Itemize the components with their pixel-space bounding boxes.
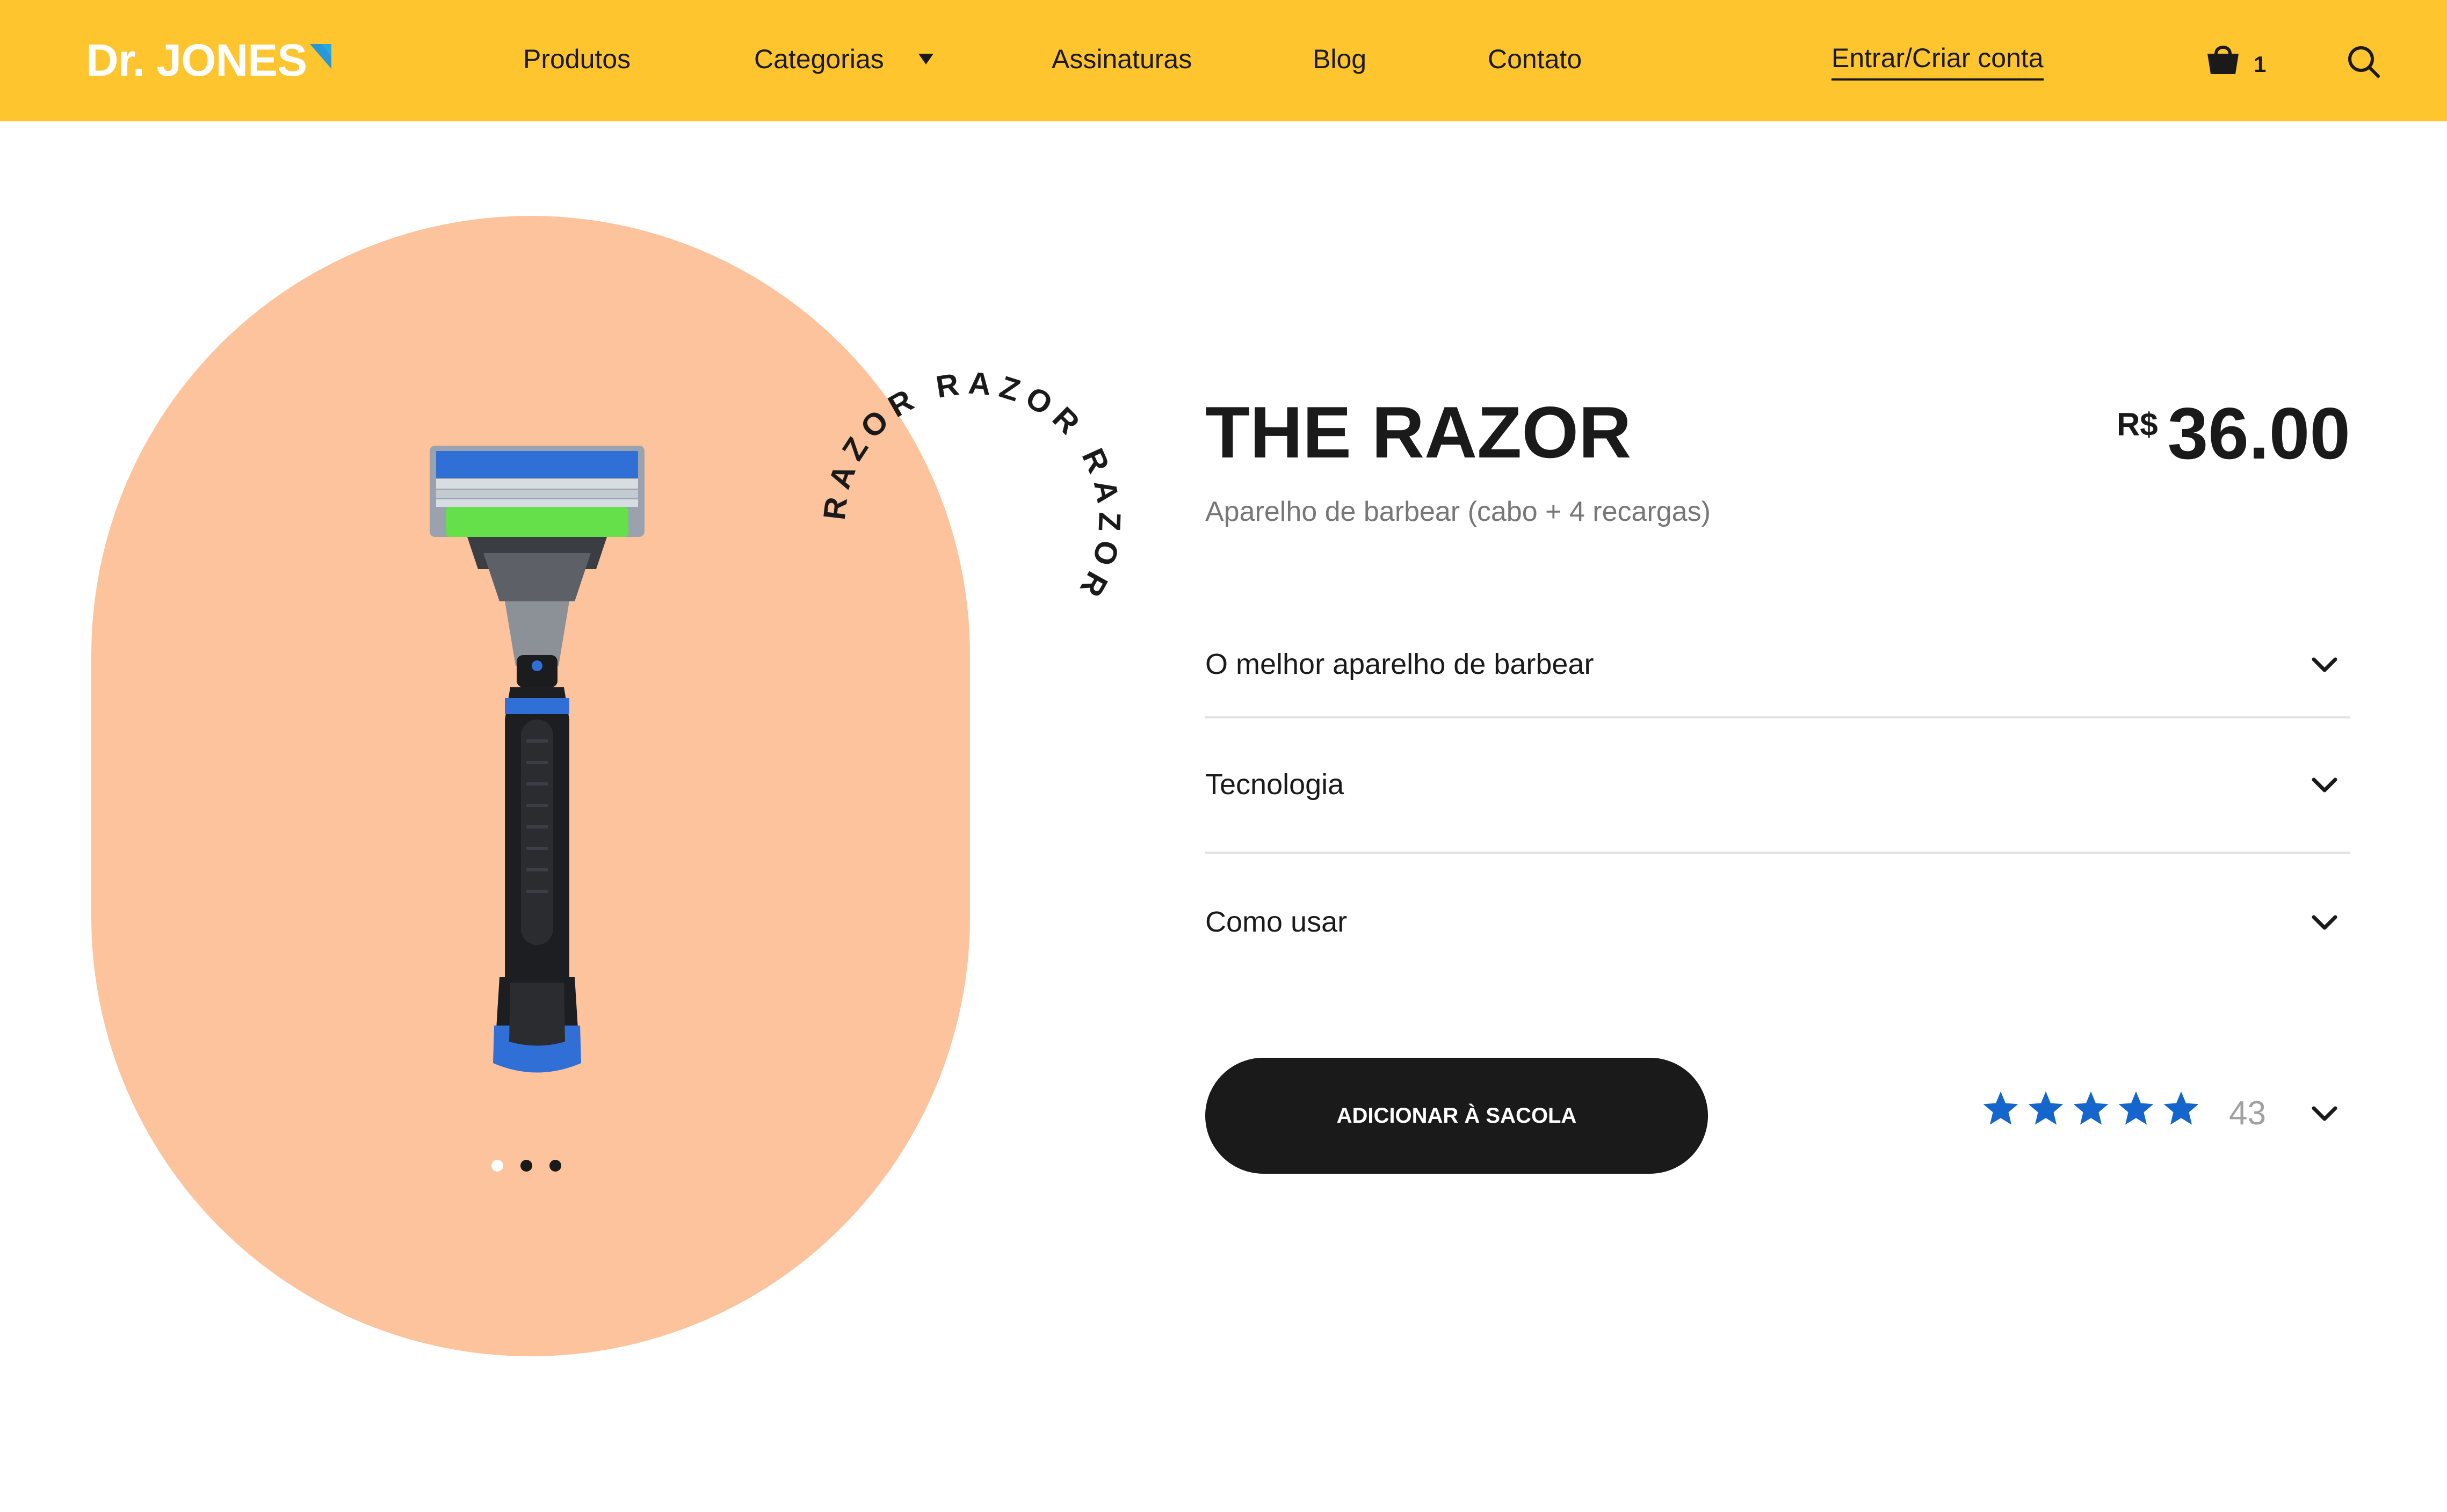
- star-icon: [2028, 1091, 2064, 1125]
- login-signup-link[interactable]: Entrar/Criar conta: [1831, 41, 2044, 81]
- star-icon: [2118, 1091, 2154, 1125]
- review-count: 43: [2229, 1095, 2266, 1132]
- accordion-como-usar[interactable]: Como usar: [1205, 854, 2350, 988]
- nav-categorias[interactable]: Categorias: [754, 42, 884, 76]
- image-carousel-pagination: [491, 1160, 561, 1172]
- categorias-dropdown-caret-icon[interactable]: [917, 52, 935, 67]
- star-icon: [2163, 1091, 2199, 1125]
- razor-circular-text-badge: RAZOR RAZOR RAZOR: [817, 366, 1127, 609]
- nav-assinaturas[interactable]: Assinaturas: [1052, 42, 1192, 76]
- star-icon: [2073, 1091, 2109, 1125]
- nav-produtos[interactable]: Produtos: [523, 42, 631, 76]
- accordion-label: Tecnologia: [1205, 768, 1344, 801]
- product-subtitle: Aparelho de barbear (cabo + 4 recargas): [1205, 496, 1711, 527]
- price-currency: R$: [2116, 406, 2158, 442]
- nav-blog[interactable]: Blog: [1313, 42, 1366, 76]
- product-image-razor: [430, 446, 645, 1073]
- accordion-melhor-aparelho[interactable]: O melhor aparelho de barbear: [1205, 623, 2350, 718]
- search-icon[interactable]: [2346, 44, 2381, 79]
- carousel-dot-3[interactable]: [549, 1160, 561, 1172]
- price-value: 36.00: [2167, 392, 2350, 474]
- cart-count-badge: 1: [2254, 52, 2267, 77]
- product-title: THE RAZOR: [1205, 391, 1632, 473]
- cart-button[interactable]: 1: [2204, 40, 2274, 83]
- nav-contato[interactable]: Contato: [1488, 42, 1582, 76]
- add-to-bag-button[interactable]: ADICIONAR À SACOLA: [1205, 1058, 1708, 1174]
- chevron-down-icon: [2312, 915, 2337, 930]
- reviews-chevron-down-icon[interactable]: [2311, 1105, 2339, 1123]
- product-price: R$ 36.00: [2117, 388, 2350, 479]
- cart-icon: [2207, 46, 2239, 74]
- chevron-down-icon: [2312, 777, 2337, 793]
- chevron-down-icon: [2312, 657, 2337, 672]
- logo-mark-icon: [310, 44, 332, 69]
- svg-text:RAZOR RAZOR RAZOR: RAZOR RAZOR RAZOR: [817, 366, 1127, 609]
- brand-logo[interactable]: Dr. JONES: [86, 33, 332, 87]
- accordion-label: O melhor aparelho de barbear: [1205, 648, 1594, 680]
- ring-text: RAZOR RAZOR RAZOR: [817, 366, 1120, 609]
- logo-text: Dr. JONES: [86, 35, 307, 85]
- top-navigation-bar: Dr. JONES Produtos Categorias Assinatura…: [0, 0, 2447, 121]
- carousel-dot-2[interactable]: [520, 1160, 532, 1172]
- accordion-label: Como usar: [1205, 906, 1348, 938]
- carousel-dot-1[interactable]: [491, 1160, 503, 1172]
- rating-stars[interactable]: [1981, 1089, 2201, 1129]
- accordion-tecnologia[interactable]: Tecnologia: [1205, 718, 2350, 854]
- star-icon: [1983, 1091, 2018, 1125]
